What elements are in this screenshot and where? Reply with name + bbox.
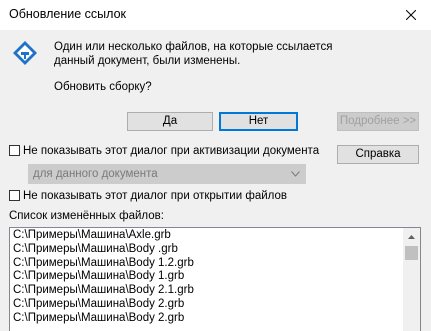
dont-show-on-open-checkbox[interactable]: Не показывать этот диалог при открытии ф… <box>9 188 287 203</box>
details-button[interactable]: Подробнее >> <box>337 112 419 131</box>
chevron-down-icon <box>291 171 300 177</box>
message-line-1: Один или несколько файлов, на которые сс… <box>54 41 333 53</box>
list-item[interactable]: C:\Примеры\Машина\Body 2.1.grb <box>13 284 194 298</box>
list-item[interactable]: C:\Примеры\Машина\Axle.grb <box>13 229 194 243</box>
help-button[interactable]: Справка <box>337 145 419 164</box>
close-button[interactable] <box>391 0 431 30</box>
list-item[interactable]: C:\Примеры\Машина\Body .grb <box>13 243 194 257</box>
checkbox-box[interactable] <box>9 145 20 156</box>
scroll-up-button[interactable] <box>403 228 420 245</box>
title-bar: Обновление ссылок <box>0 0 431 30</box>
checkbox-box[interactable] <box>9 190 20 201</box>
scope-select-value: для данного документа <box>33 168 158 180</box>
close-icon <box>406 10 416 20</box>
checkbox-label: Не показывать этот диалог при активизаци… <box>23 144 320 157</box>
changed-files-items: C:\Примеры\Машина\Axle.grb C:\Примеры\Ма… <box>13 229 194 326</box>
vertical-scrollbar[interactable] <box>403 228 420 331</box>
changed-files-label: Список изменённых файлов: <box>9 210 164 222</box>
yes-button[interactable]: Да <box>127 112 213 131</box>
list-item[interactable]: C:\Примеры\Машина\Body 1.2.grb <box>13 257 194 271</box>
window-title: Обновление ссылок <box>9 7 126 21</box>
changed-files-list[interactable]: C:\Примеры\Машина\Axle.grb C:\Примеры\Ма… <box>9 227 421 331</box>
checkbox-label: Не показывать этот диалог при открытии ф… <box>23 189 287 202</box>
scroll-up-arrow-icon <box>408 234 415 239</box>
scope-select[interactable]: для данного документа <box>28 164 306 184</box>
list-item[interactable]: C:\Примеры\Машина\Body 1.grb <box>13 270 194 284</box>
dont-show-on-activate-checkbox[interactable]: Не показывать этот диалог при активизаци… <box>9 143 319 158</box>
scrollbar-thumb[interactable] <box>405 246 418 260</box>
t-flex-logo-icon <box>13 41 37 65</box>
update-links-dialog: Обновление ссылок Один или несколько фай… <box>0 0 431 331</box>
list-item[interactable]: C:\Примеры\Машина\Body 2.grb <box>13 298 194 312</box>
question-text: Обновить сборку? <box>54 81 152 93</box>
no-button[interactable]: Нет <box>219 112 298 131</box>
message-line-2: данный документ, были изменены. <box>54 55 241 67</box>
list-item[interactable]: C:\Примеры\Машина\Body 2.grb <box>13 312 194 326</box>
